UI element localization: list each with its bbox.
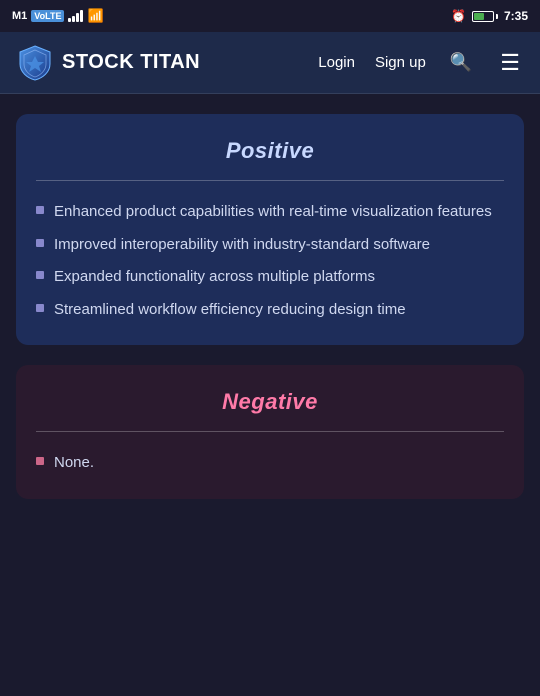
battery-icon bbox=[472, 11, 498, 22]
status-right: ⏰ 7:35 bbox=[451, 9, 528, 23]
bullet-marker bbox=[36, 206, 44, 214]
carrier-label: M1 bbox=[12, 10, 27, 22]
positive-item-1: Enhanced product capabilities with real-… bbox=[54, 201, 492, 224]
status-left: M1 VoLTE 📶 bbox=[12, 8, 104, 24]
positive-card: Positive Enhanced product capabilities w… bbox=[16, 114, 524, 345]
negative-item-1: None. bbox=[54, 452, 94, 475]
positive-list: Enhanced product capabilities with real-… bbox=[36, 201, 504, 321]
navbar: STOCK TITAN Login Sign up 🔍 ☰ bbox=[0, 32, 540, 94]
negative-list: None. bbox=[36, 452, 504, 475]
negative-divider bbox=[36, 431, 504, 432]
bullet-marker bbox=[36, 457, 44, 465]
bullet-marker bbox=[36, 304, 44, 312]
volte-badge: VoLTE bbox=[31, 10, 64, 22]
time-display: 7:35 bbox=[504, 9, 528, 23]
alarm-icon: ⏰ bbox=[451, 9, 466, 23]
bullet-marker bbox=[36, 271, 44, 279]
logo-icon bbox=[16, 44, 54, 82]
main-content: Positive Enhanced product capabilities w… bbox=[0, 94, 540, 519]
signup-link[interactable]: Sign up bbox=[375, 54, 426, 71]
login-link[interactable]: Login bbox=[318, 54, 355, 71]
nav-links: Login Sign up 🔍 ☰ bbox=[318, 48, 524, 78]
wifi-icon: 📶 bbox=[87, 8, 103, 24]
list-item: Enhanced product capabilities with real-… bbox=[36, 201, 504, 224]
menu-icon[interactable]: ☰ bbox=[496, 48, 524, 78]
list-item: None. bbox=[36, 452, 504, 475]
logo-area: STOCK TITAN bbox=[16, 44, 318, 82]
bullet-marker bbox=[36, 239, 44, 247]
signal-icon bbox=[68, 10, 83, 22]
positive-item-4: Streamlined workflow efficiency reducing… bbox=[54, 299, 406, 322]
negative-card: Negative None. bbox=[16, 365, 524, 499]
positive-title: Positive bbox=[36, 138, 504, 164]
search-icon[interactable]: 🔍 bbox=[446, 50, 476, 75]
positive-item-3: Expanded functionality across multiple p… bbox=[54, 266, 375, 289]
positive-divider bbox=[36, 180, 504, 181]
list-item: Expanded functionality across multiple p… bbox=[36, 266, 504, 289]
list-item: Improved interoperability with industry-… bbox=[36, 234, 504, 257]
negative-title: Negative bbox=[36, 389, 504, 415]
status-bar: M1 VoLTE 📶 ⏰ 7:35 bbox=[0, 0, 540, 32]
positive-item-2: Improved interoperability with industry-… bbox=[54, 234, 430, 257]
list-item: Streamlined workflow efficiency reducing… bbox=[36, 299, 504, 322]
logo-text: STOCK TITAN bbox=[62, 51, 200, 74]
